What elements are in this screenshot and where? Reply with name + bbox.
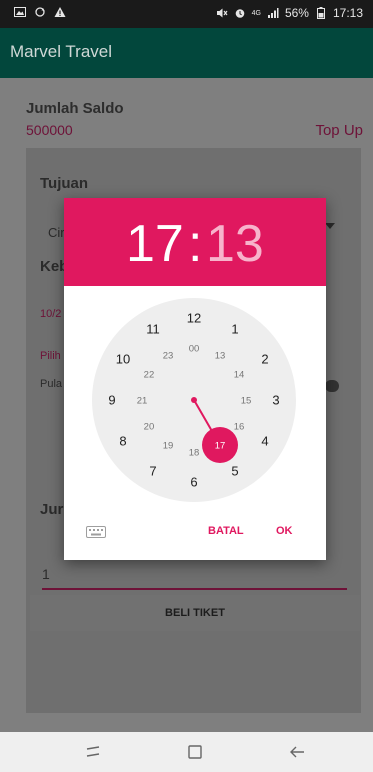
keyboard-icon[interactable] (86, 525, 106, 538)
saldo-label: Jumlah Saldo (26, 100, 124, 117)
clock-number-outer: 10 (116, 352, 130, 367)
clock-number-inner: 22 (144, 370, 155, 381)
selected-hour[interactable]: 17 (126, 214, 184, 274)
clock-number-inner: 21 (137, 396, 148, 407)
pulang-toggle[interactable] (325, 380, 339, 392)
clock-number-outer: 8 (119, 434, 126, 449)
clock-number-inner: 17 (215, 441, 226, 452)
clock-number-inner: 23 (163, 350, 174, 361)
tujuan-label: Tujuan (40, 175, 89, 192)
clock-number-outer: 2 (261, 352, 268, 367)
clock-number-outer: 7 (149, 464, 156, 479)
battery-percent: 56% (284, 6, 309, 20)
clock-number-outer: 11 (146, 321, 160, 336)
status-left (14, 6, 66, 18)
app-title: Marvel Travel (10, 42, 113, 61)
clock-number-outer: 5 (231, 464, 238, 479)
clock-number-outer: 1 (231, 321, 238, 336)
app-bar: Marvel Travel (0, 28, 373, 78)
status-right: 4G 56% 17:13 (216, 6, 363, 20)
date-field[interactable]: 10/2 (40, 308, 61, 320)
alarm-icon (234, 7, 246, 19)
status-time: 17:13 (332, 6, 363, 20)
back-icon[interactable] (288, 744, 306, 760)
clock-number-outer: 6 (190, 475, 197, 490)
pulang-label: Pula (40, 378, 63, 390)
clock-number-inner: 19 (163, 441, 174, 452)
time-separator: : (188, 215, 203, 273)
clock-number-inner: 20 (144, 422, 155, 433)
clock-number-outer: 4 (261, 434, 268, 449)
jumlah-input[interactable] (42, 560, 347, 590)
clock-number-inner: 16 (234, 422, 245, 433)
network-type: 4G (251, 9, 261, 17)
ok-button[interactable]: OK (276, 525, 293, 537)
image-icon (14, 6, 26, 18)
dropdown-arrow-icon[interactable] (325, 223, 335, 229)
clock-number-outer: 12 (187, 311, 201, 326)
home-icon[interactable] (186, 744, 204, 760)
clock-number-inner: 00 (189, 344, 200, 355)
saldo-value: 500000 (26, 122, 73, 138)
jumlah-label: Jur (40, 501, 64, 518)
clock-number-outer: 3 (272, 393, 279, 408)
selected-minute[interactable]: 13 (206, 214, 264, 274)
clock-number-outer: 9 (108, 393, 115, 408)
clock-number-inner: 13 (215, 350, 226, 361)
signal-icon (267, 7, 279, 19)
beli-tiket-button[interactable]: BELI TIKET (30, 595, 360, 631)
cancel-button[interactable]: BATAL (208, 525, 244, 537)
battery-icon (315, 7, 327, 19)
warning-icon (54, 6, 66, 18)
topup-link[interactable]: Top Up (315, 122, 363, 139)
navigation-bar (0, 732, 373, 772)
time-field[interactable]: Pilih (40, 350, 61, 362)
time-picker-dialog: 17 : 13 12 1 2 3 4 5 6 7 8 9 10 11 00 13 14 15 16 17 18 19 2… (64, 198, 326, 560)
clock-hand-center (191, 397, 197, 403)
clock-number-inner: 18 (189, 448, 200, 459)
mute-icon (216, 7, 228, 19)
tujuan-select[interactable]: Cir (48, 225, 65, 240)
time-picker-header: 17 : 13 (64, 198, 326, 286)
sync-icon (34, 6, 46, 18)
clock-number-inner: 15 (241, 396, 252, 407)
clock-number-inner: 14 (234, 370, 245, 381)
status-bar: 4G 56% 17:13 (0, 0, 373, 28)
clock-dial[interactable]: 121234567891011001314151617181920212223 (92, 298, 296, 502)
screen: 4G 56% 17:13 Marvel Travel Jumlah Saldo … (0, 0, 373, 772)
recent-apps-icon[interactable] (84, 744, 102, 760)
